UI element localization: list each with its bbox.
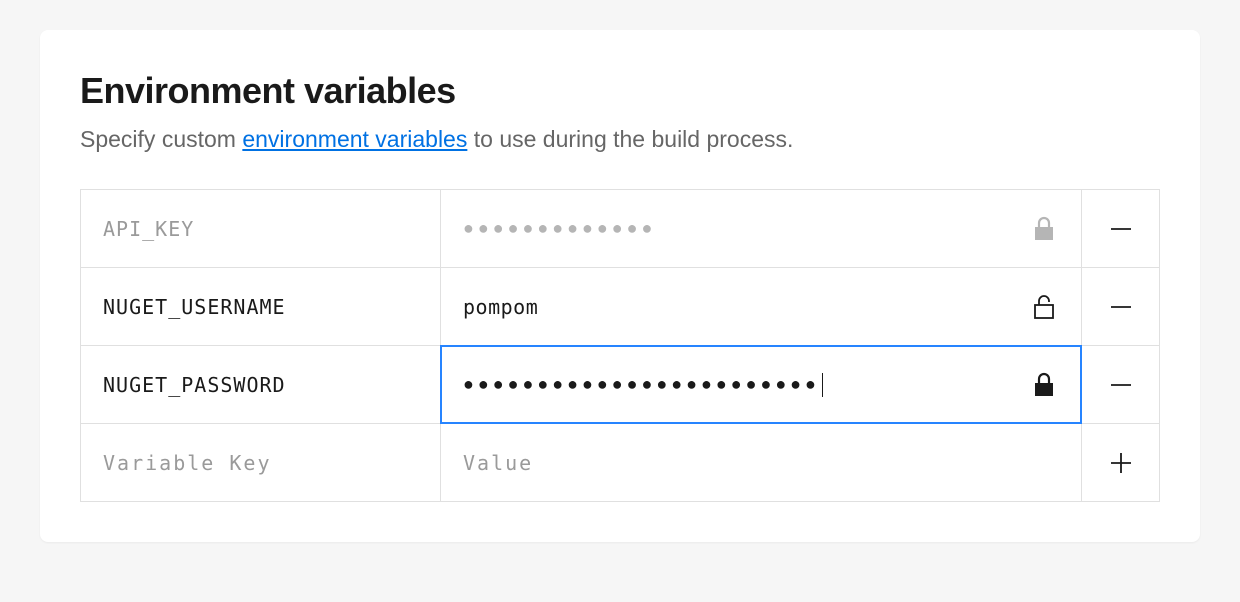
text-caret — [822, 373, 823, 397]
plus-icon — [1107, 449, 1135, 477]
value-input[interactable] — [463, 451, 1059, 475]
lock-closed-icon — [1033, 216, 1055, 242]
env-var-row — [81, 268, 1159, 346]
value-input[interactable] — [463, 295, 1017, 319]
minus-icon — [1107, 293, 1135, 321]
masked-value: ●●●●●●●●●●●●●●●●●●●●●●●● — [463, 373, 1017, 397]
section-description: Specify custom environment variables to … — [80, 126, 1160, 153]
env-var-row-new — [81, 424, 1159, 502]
key-cell — [81, 268, 441, 345]
minus-icon — [1107, 371, 1135, 399]
masked-dots: ●●●●●●●●●●●●●●●●●●●●●●●● — [463, 374, 820, 395]
key-cell — [81, 190, 441, 267]
lock-toggle-button[interactable] — [1029, 290, 1059, 324]
key-input[interactable] — [103, 217, 418, 241]
masked-value: ●●●●●●●●●●●●● — [463, 218, 1017, 239]
add-row-button[interactable] — [1101, 443, 1141, 483]
action-cell — [1081, 346, 1159, 423]
lock-open-icon — [1033, 294, 1055, 320]
key-input[interactable] — [103, 373, 418, 397]
value-cell[interactable]: ●●●●●●●●●●●●●●●●●●●●●●●● — [441, 346, 1081, 423]
env-vars-table: ●●●●●●●●●●●●● — [80, 189, 1160, 502]
lock-toggle-button[interactable] — [1029, 368, 1059, 402]
value-cell — [441, 424, 1081, 501]
value-cell: ●●●●●●●●●●●●● — [441, 190, 1081, 267]
key-cell — [81, 424, 441, 501]
env-vars-card: Environment variables Specify custom env… — [40, 30, 1200, 542]
remove-row-button[interactable] — [1101, 209, 1141, 249]
key-input[interactable] — [103, 451, 418, 475]
section-heading: Environment variables — [80, 70, 1160, 112]
minus-icon — [1107, 215, 1135, 243]
env-var-row: ●●●●●●●●●●●●● — [81, 190, 1159, 268]
env-var-row: ●●●●●●●●●●●●●●●●●●●●●●●● — [81, 346, 1159, 424]
description-text-pre: Specify custom — [80, 126, 242, 152]
key-input[interactable] — [103, 295, 418, 319]
value-cell — [441, 268, 1081, 345]
remove-row-button[interactable] — [1101, 287, 1141, 327]
action-cell — [1081, 424, 1159, 501]
remove-row-button[interactable] — [1101, 365, 1141, 405]
action-cell — [1081, 190, 1159, 267]
action-cell — [1081, 268, 1159, 345]
key-cell — [81, 346, 441, 423]
lock-toggle-button[interactable] — [1029, 212, 1059, 246]
description-text-post: to use during the build process. — [467, 126, 793, 152]
env-vars-doc-link[interactable]: environment variables — [242, 126, 467, 152]
lock-closed-icon — [1033, 372, 1055, 398]
